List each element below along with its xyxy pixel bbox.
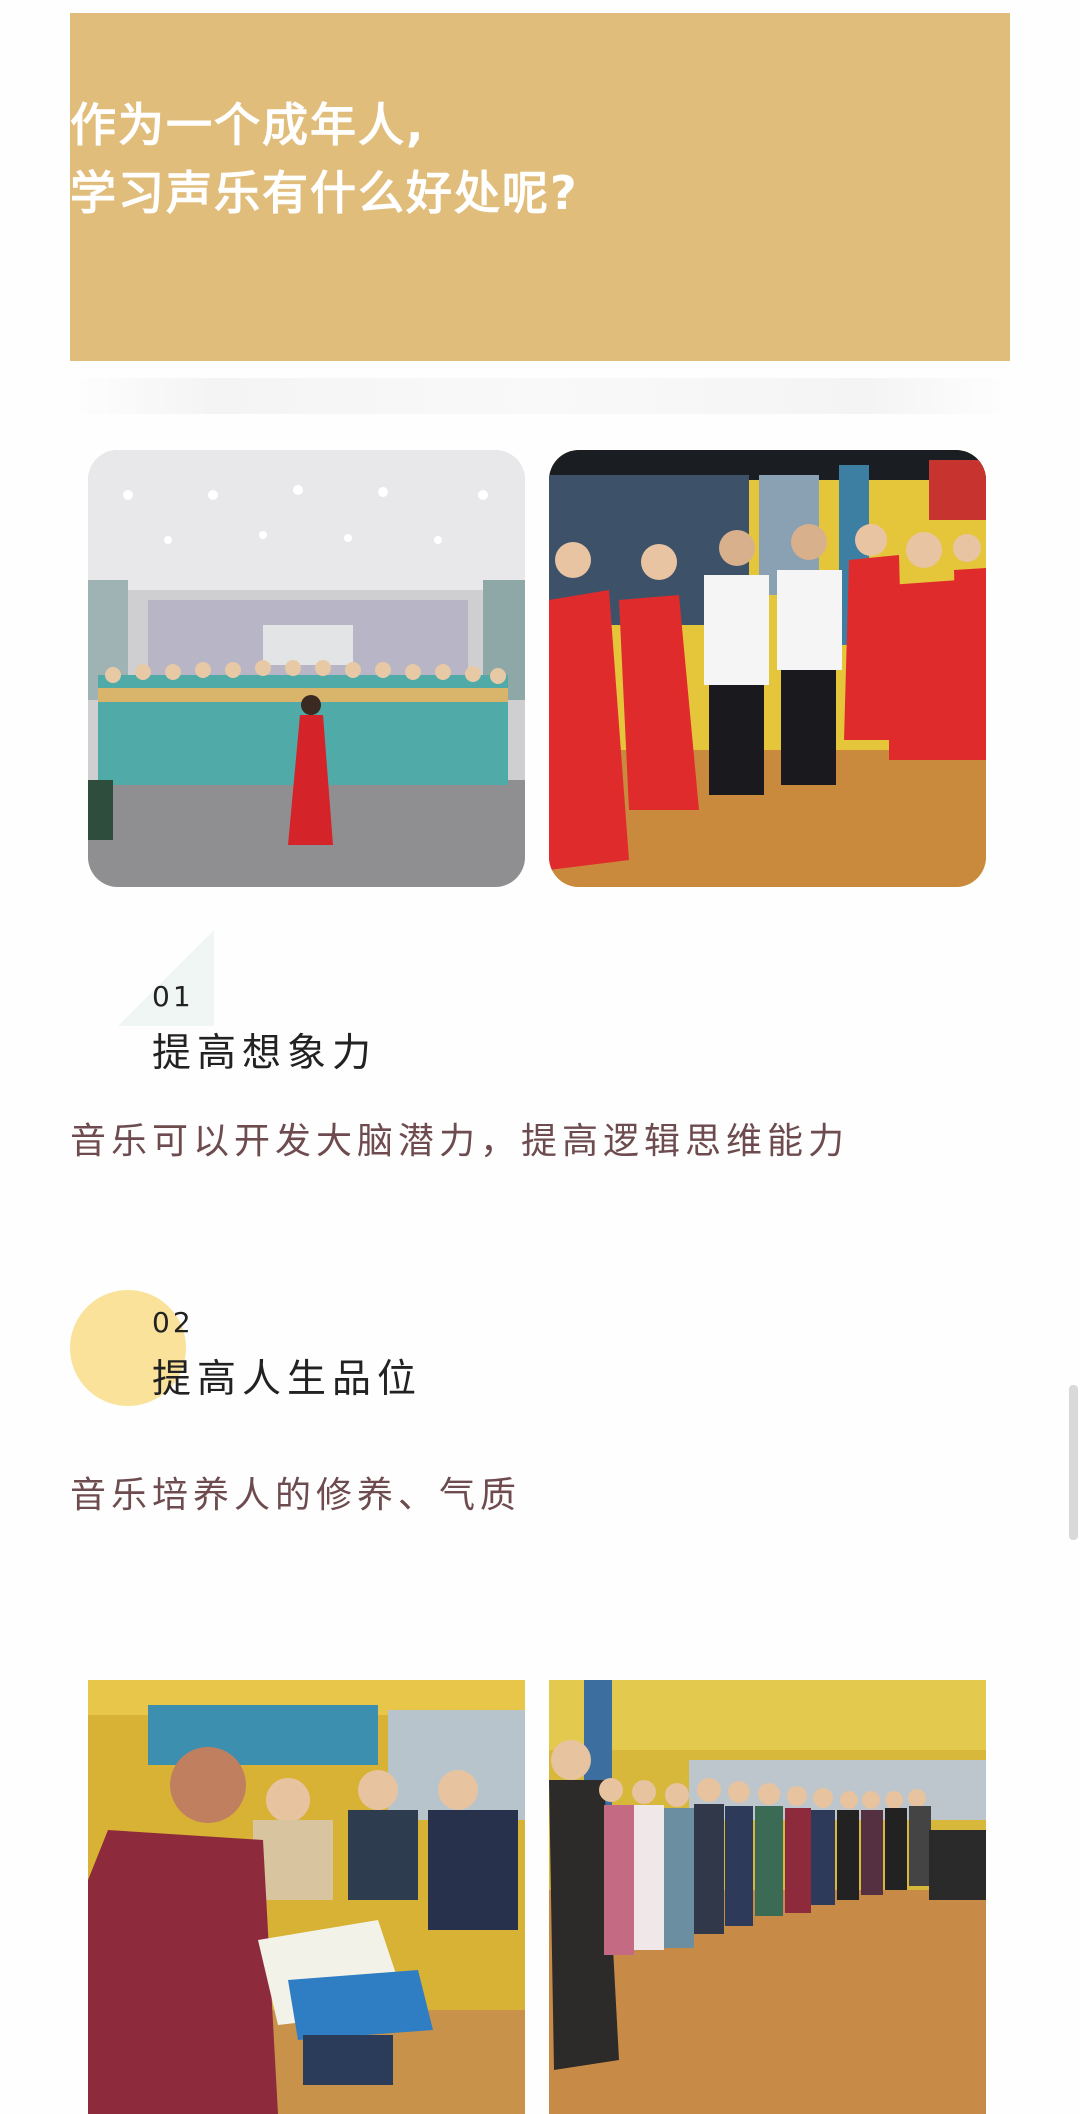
photo-illustration — [549, 1680, 986, 2114]
article-page: 作为一个成年人, 学习声乐有什么好处呢? 01 提高想象力 音乐可以开发大脑潜力… — [0, 0, 1080, 2114]
standing-line-photo[interactable] — [549, 1680, 986, 2114]
choir-red-dresses-photo[interactable] — [549, 450, 986, 887]
header-banner: 作为一个成年人, 学习声乐有什么好处呢? — [70, 13, 1010, 361]
banner-title-line-1: 作为一个成年人, — [70, 98, 426, 152]
reading-scores-photo[interactable] — [88, 1680, 525, 2114]
photo-illustration — [88, 1680, 525, 2114]
section-description: 音乐培养人的修养、气质 — [70, 1475, 522, 1516]
photo-illustration — [88, 450, 525, 887]
scrollbar[interactable] — [1069, 1385, 1078, 1540]
banner-title-line-2: 学习声乐有什么好处呢? — [70, 166, 579, 220]
banner-title: 作为一个成年人, 学习声乐有什么好处呢? — [70, 91, 579, 227]
section-heading: 提高人生品位 — [152, 1357, 423, 1402]
photo-illustration — [549, 450, 986, 887]
section-description: 音乐可以开发大脑潜力，提高逻辑思维能力 — [70, 1121, 850, 1162]
decorative-strip — [70, 378, 1010, 414]
choir-teal-dresses-photo[interactable] — [88, 450, 525, 887]
section-heading: 提高想象力 — [152, 1031, 378, 1076]
section-number: 01 — [152, 980, 194, 1013]
section-number: 02 — [152, 1306, 194, 1339]
